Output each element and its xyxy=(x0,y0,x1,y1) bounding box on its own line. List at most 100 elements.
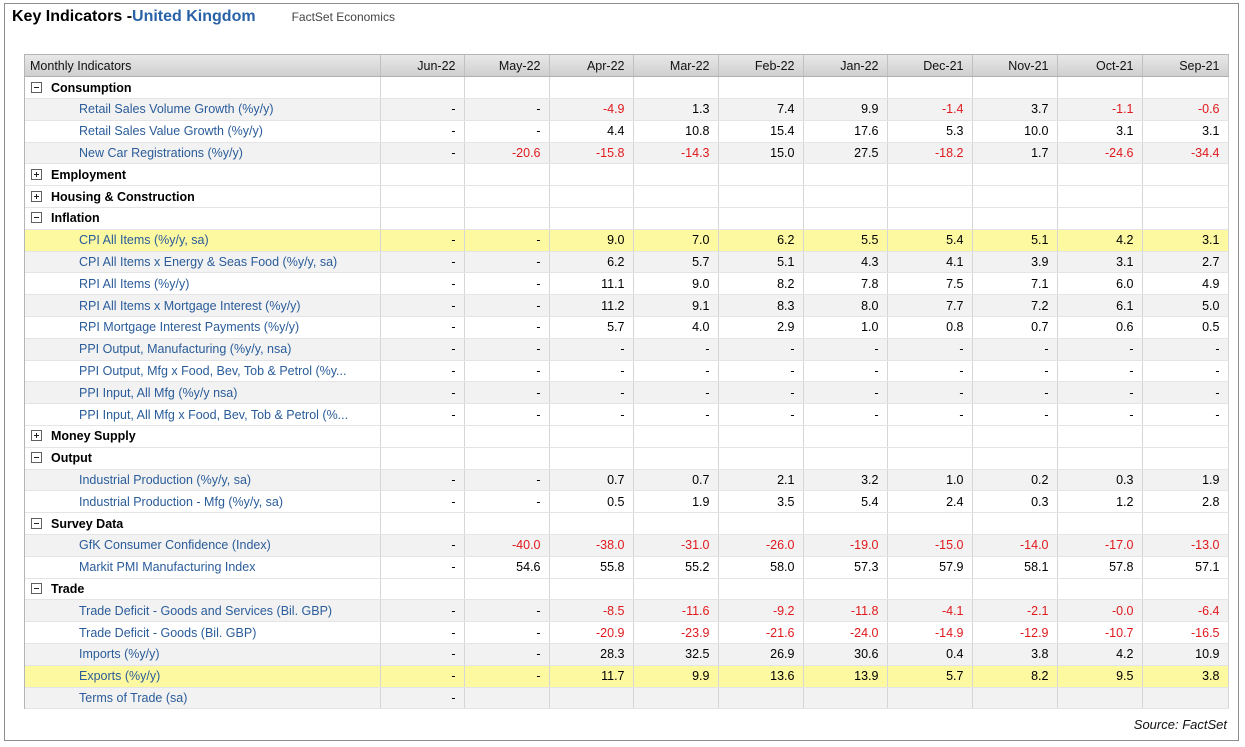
value-cell: 5.7 xyxy=(887,665,973,688)
table-row: PPI Input, All Mfg (%y/y nsa) - - - - - - - - - - xyxy=(25,381,1229,405)
indicator-link[interactable]: New Car Registrations (%y/y) xyxy=(25,142,381,165)
indicator-link[interactable]: Industrial Production (%y/y, sa) xyxy=(25,469,381,492)
group-row[interactable]: Output xyxy=(25,447,1229,470)
value-cell xyxy=(1142,687,1229,710)
indicator-link[interactable]: Terms of Trade (sa) xyxy=(25,687,381,710)
group-label: Output xyxy=(51,451,92,466)
collapse-icon[interactable] xyxy=(31,452,42,464)
column-header-month[interactable]: Mar-22 xyxy=(633,55,719,78)
page-title: Key Indicators - xyxy=(12,8,133,25)
column-header-month[interactable]: Oct-21 xyxy=(1057,55,1143,78)
indicator-link[interactable]: Exports (%y/y) xyxy=(25,665,381,688)
indicator-link[interactable]: Markit PMI Manufacturing Index xyxy=(25,556,381,579)
indicator-link[interactable]: Retail Sales Volume Growth (%y/y) xyxy=(25,98,381,121)
value-cell: - xyxy=(464,621,550,645)
value-cell: 0.7 xyxy=(633,469,719,492)
group-row[interactable]: Inflation xyxy=(25,207,1229,230)
empty-cell xyxy=(887,76,973,100)
indicator-link[interactable]: CPI All Items (%y/y, sa) xyxy=(25,229,381,252)
value-cell: -18.2 xyxy=(887,142,973,165)
indicator-link[interactable]: PPI Output, Mfg x Food, Bev, Tob & Petro… xyxy=(25,360,381,383)
indicator-link[interactable]: PPI Output, Manufacturing (%y/y, nsa) xyxy=(25,338,381,361)
indicator-link[interactable]: PPI Input, All Mfg (%y/y nsa) xyxy=(25,381,381,405)
empty-cell xyxy=(464,578,550,601)
indicator-link[interactable]: Trade Deficit - Goods and Services (Bil.… xyxy=(25,599,381,623)
indicator-link[interactable]: RPI All Items x Mortgage Interest (%y/y) xyxy=(25,294,381,318)
group-row[interactable]: Housing & Construction xyxy=(25,185,1229,209)
value-cell: - xyxy=(464,98,550,121)
empty-cell xyxy=(718,185,804,209)
indicator-link[interactable]: GfK Consumer Confidence (Index) xyxy=(25,534,381,557)
collapse-icon[interactable] xyxy=(31,517,42,529)
empty-cell xyxy=(549,425,634,448)
collapse-icon[interactable] xyxy=(31,212,42,224)
indicator-link[interactable]: Retail Sales Value Growth (%y/y) xyxy=(25,120,381,143)
value-cell: - xyxy=(633,360,719,383)
indicator-link[interactable]: Trade Deficit - Goods (Bil. GBP) xyxy=(25,621,381,645)
value-cell: - xyxy=(718,338,804,361)
empty-cell xyxy=(972,76,1058,100)
value-cell xyxy=(972,687,1058,710)
value-cell: - xyxy=(464,251,550,274)
value-cell: - xyxy=(464,381,550,405)
collapse-icon[interactable] xyxy=(31,583,42,595)
empty-cell xyxy=(718,76,804,100)
group-row[interactable]: Money Supply xyxy=(25,425,1229,448)
group-label: Employment xyxy=(51,167,127,182)
value-cell: 55.2 xyxy=(633,556,719,579)
group-label-cell[interactable]: Survey Data xyxy=(25,512,381,536)
value-cell: 3.1 xyxy=(1142,229,1229,252)
indicator-link[interactable]: Imports (%y/y) xyxy=(25,643,381,666)
indicator-link[interactable]: CPI All Items x Energy & Seas Food (%y/y… xyxy=(25,251,381,274)
empty-cell xyxy=(718,578,804,601)
value-cell: -6.4 xyxy=(1142,599,1229,623)
value-cell xyxy=(549,687,634,710)
value-cell: -0.6 xyxy=(1142,98,1229,121)
expand-icon[interactable] xyxy=(31,168,42,180)
value-cell xyxy=(464,687,550,710)
empty-cell xyxy=(464,76,550,100)
value-cell: -14.9 xyxy=(887,621,973,645)
column-header-month[interactable]: Apr-22 xyxy=(549,55,634,78)
column-header-month[interactable]: Sep-21 xyxy=(1142,55,1229,78)
empty-cell xyxy=(1057,578,1143,601)
value-cell: -40.0 xyxy=(464,534,550,557)
value-cell: 6.0 xyxy=(1057,272,1143,296)
group-label-cell[interactable]: Housing & Construction xyxy=(25,185,381,209)
value-cell: 7.2 xyxy=(972,294,1058,318)
empty-cell xyxy=(633,163,719,187)
column-header-month[interactable]: Jun-22 xyxy=(380,55,465,78)
group-row[interactable]: Survey Data xyxy=(25,512,1229,536)
value-cell: 1.9 xyxy=(1142,469,1229,492)
empty-cell xyxy=(633,207,719,230)
group-label-cell[interactable]: Consumption xyxy=(25,76,381,100)
expand-icon[interactable] xyxy=(31,190,42,202)
collapse-icon[interactable] xyxy=(31,81,42,93)
group-label-cell[interactable]: Trade xyxy=(25,578,381,601)
indicator-link[interactable]: RPI Mortgage Interest Payments (%y/y) xyxy=(25,316,381,339)
value-cell xyxy=(718,687,804,710)
group-label-cell[interactable]: Money Supply xyxy=(25,425,381,448)
value-cell xyxy=(1057,687,1143,710)
column-header-month[interactable]: Jan-22 xyxy=(803,55,888,78)
expand-icon[interactable] xyxy=(31,430,42,442)
group-label-cell[interactable]: Inflation xyxy=(25,207,381,230)
group-row[interactable]: Employment xyxy=(25,163,1229,187)
column-header-month[interactable]: Feb-22 xyxy=(718,55,804,78)
group-row[interactable]: Consumption xyxy=(25,76,1229,100)
value-cell: 4.9 xyxy=(1142,272,1229,296)
value-cell: 4.4 xyxy=(549,120,634,143)
value-cell: 0.5 xyxy=(549,490,634,514)
indicator-link[interactable]: RPI All Items (%y/y) xyxy=(25,272,381,296)
group-label-cell[interactable]: Output xyxy=(25,447,381,470)
indicator-link[interactable]: Industrial Production - Mfg (%y/y, sa) xyxy=(25,490,381,514)
column-header-month[interactable]: Nov-21 xyxy=(972,55,1058,78)
value-cell: 5.4 xyxy=(803,490,888,514)
indicator-link[interactable]: PPI Input, All Mfg x Food, Bev, Tob & Pe… xyxy=(25,403,381,427)
group-row[interactable]: Trade xyxy=(25,578,1229,601)
value-cell: 7.0 xyxy=(633,229,719,252)
column-header-month[interactable]: Dec-21 xyxy=(887,55,973,78)
column-header-indicators[interactable]: Monthly Indicators xyxy=(25,55,381,78)
column-header-month[interactable]: May-22 xyxy=(464,55,550,78)
group-label-cell[interactable]: Employment xyxy=(25,163,381,187)
